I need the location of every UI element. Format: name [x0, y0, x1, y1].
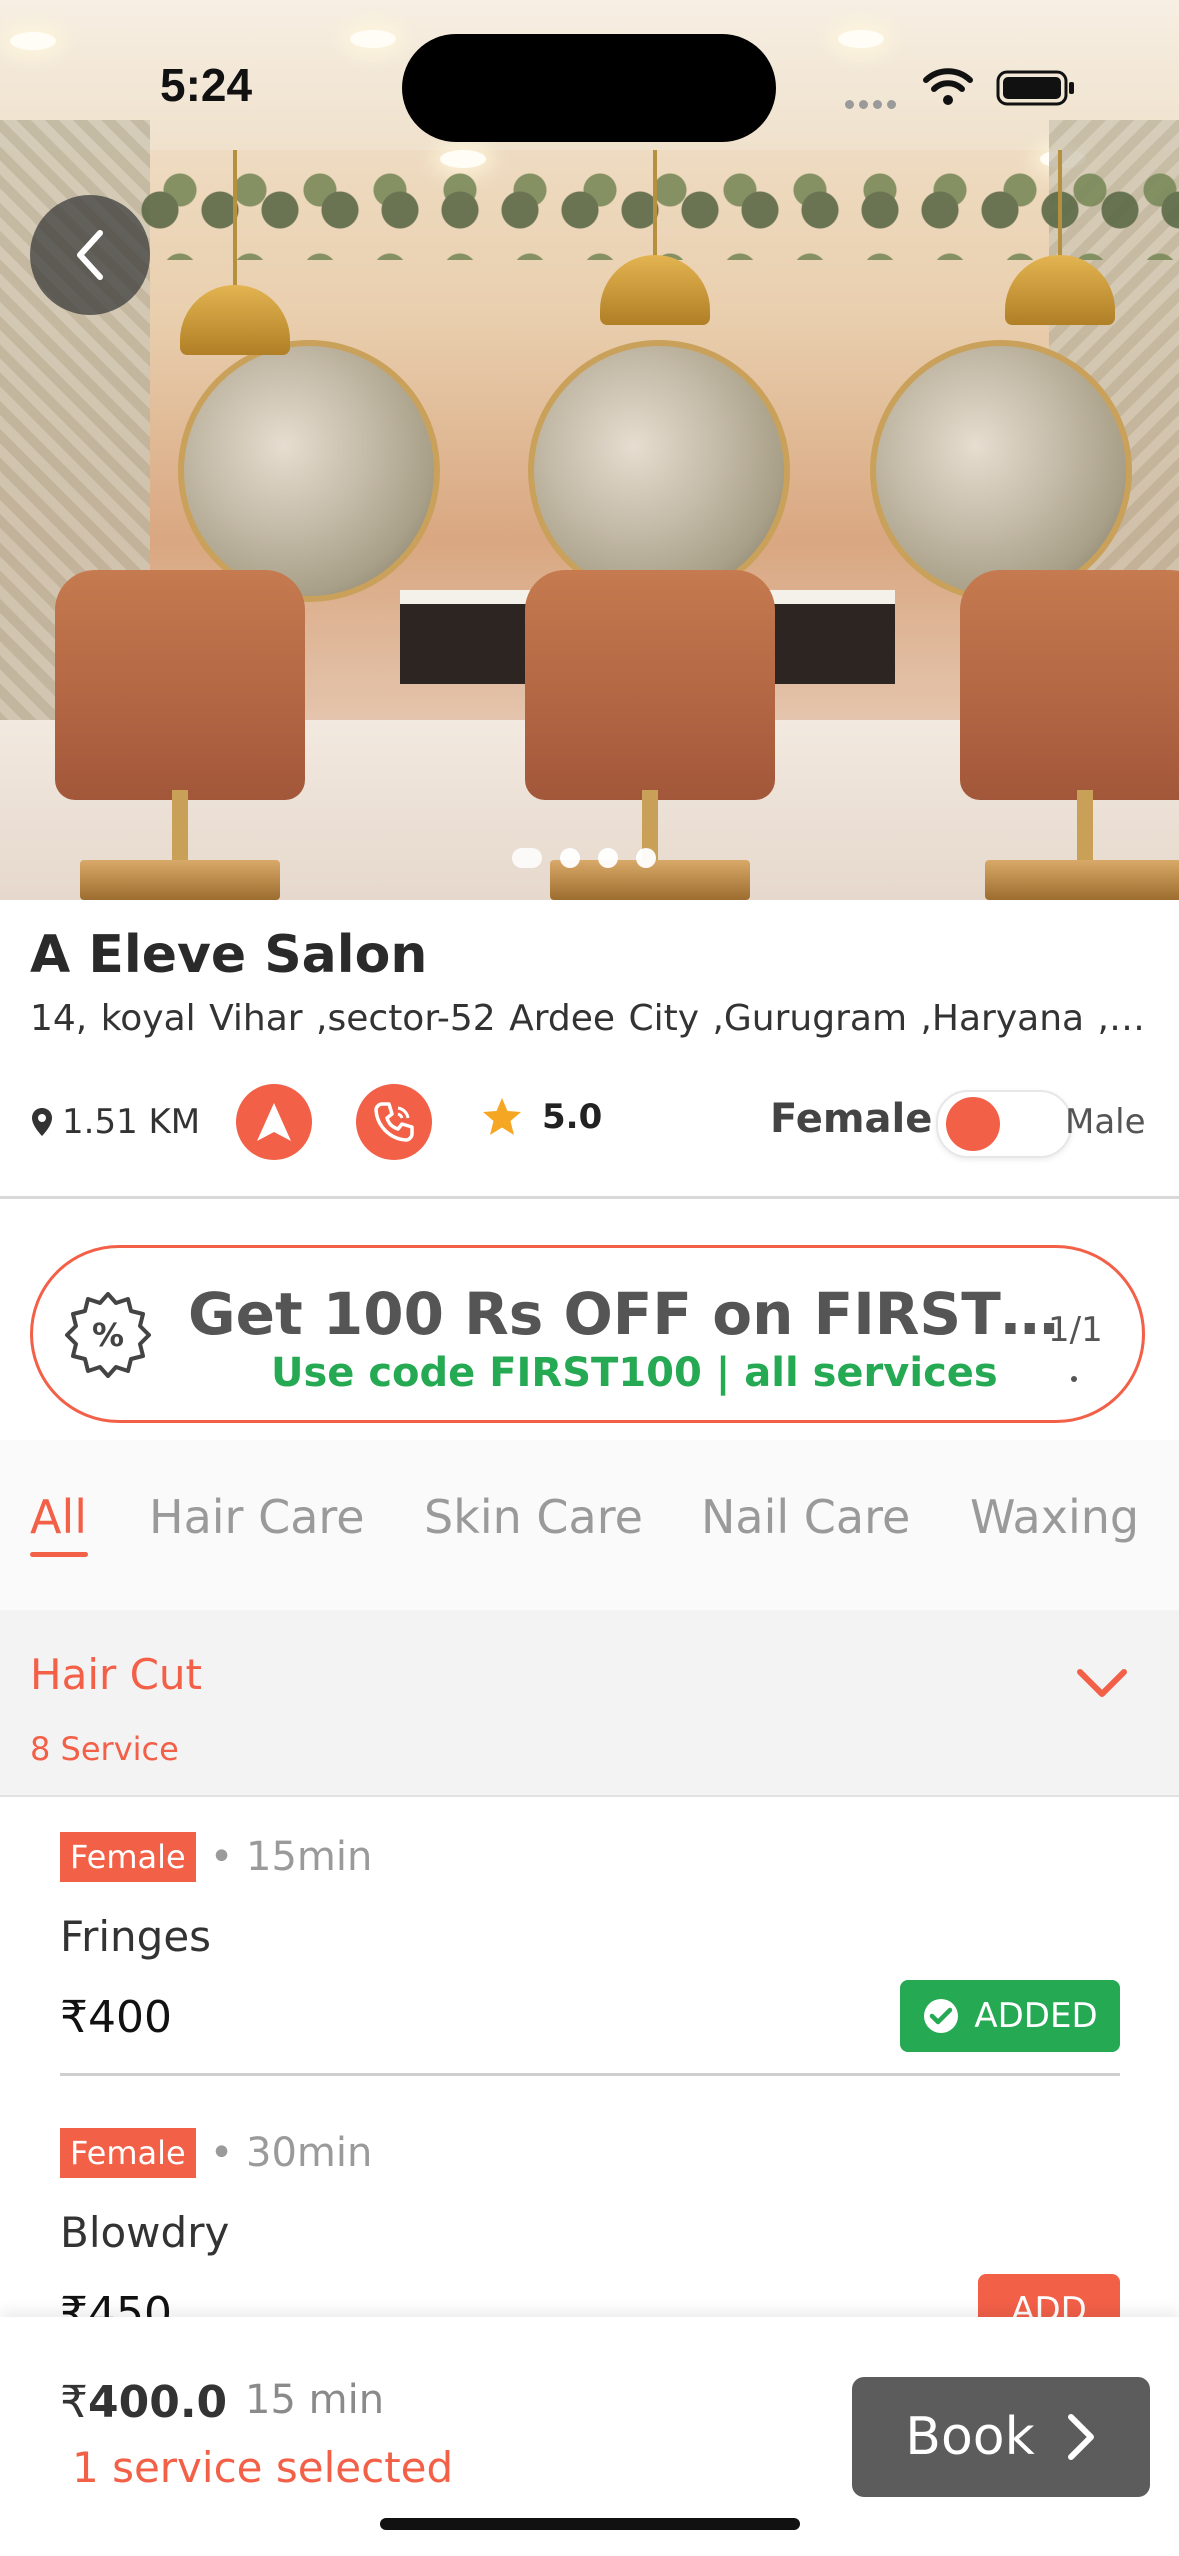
ceiling-light	[350, 30, 396, 48]
gender-female-label: Female	[770, 1096, 933, 1142]
page-dot[interactable]	[636, 848, 656, 868]
category-title: Hair Cut	[30, 1650, 203, 1699]
distance-text: 1.51 KM	[62, 1102, 201, 1142]
call-button[interactable]	[356, 1084, 432, 1160]
offer-counter: 1/1	[1048, 1310, 1103, 1350]
offer-code: Use code FIRST100 | all services	[271, 1350, 998, 1396]
distance: 1.51 KM	[30, 1102, 200, 1142]
chevron-down-icon	[1077, 1669, 1127, 1697]
salon-chair	[960, 570, 1179, 800]
service-price: ₹400	[60, 1992, 172, 2043]
currency-symbol: ₹	[60, 2377, 88, 2428]
total-price: ₹400.0	[60, 2377, 227, 2428]
offer-title: Get 100 Rs OFF on FIRST BOOKING	[188, 1280, 1073, 1348]
gender-badge: Female	[60, 1832, 196, 1882]
gender-badge: Female	[60, 2128, 196, 2178]
service-name: Fringes	[60, 1912, 212, 1961]
back-button[interactable]	[30, 195, 150, 315]
pendant-lamp	[180, 285, 290, 355]
selected-services-count: 1 service selected	[72, 2443, 454, 2492]
mirror	[178, 340, 440, 602]
cabinet	[400, 590, 530, 684]
page-dot[interactable]	[512, 848, 542, 868]
mirror	[528, 340, 790, 602]
pendant-lamp	[600, 255, 710, 325]
cellular-signal-icon	[845, 94, 905, 109]
ceiling-light	[440, 150, 486, 168]
salon-address: 14, koyal Vihar ,sector-52 Ardee City ,G…	[30, 998, 1150, 1039]
salon-info-row: 1.51 KM 5.0 Female Male	[30, 1082, 1150, 1162]
navigation-arrow-icon	[257, 1103, 291, 1141]
offer-page-dot	[1071, 1376, 1077, 1382]
ceiling-light	[838, 30, 884, 48]
category-count: 8 Service	[30, 1730, 179, 1768]
lamp-cord	[1058, 150, 1062, 260]
discount-badge-icon: %	[65, 1292, 151, 1378]
page-dot[interactable]	[560, 848, 580, 868]
chevron-right-icon	[1067, 2414, 1094, 2460]
divider	[0, 1795, 1179, 1797]
mirror	[870, 340, 1132, 602]
salon-chair	[55, 570, 305, 800]
service-name: Blowdry	[60, 2208, 230, 2257]
location-pin-icon	[32, 1108, 52, 1136]
book-label: Book	[905, 2407, 1035, 2467]
service-duration: • 15min	[209, 1834, 373, 1880]
gender-toggle[interactable]	[936, 1090, 1072, 1158]
divider	[0, 1196, 1179, 1199]
offer-banner[interactable]: % Get 100 Rs OFF on FIRST BOOKING Use co…	[30, 1245, 1145, 1423]
salon-name: A Eleve Salon	[30, 925, 428, 985]
tab-nail-care[interactable]: Nail Care	[701, 1490, 910, 1544]
service-item: Female • 15min Fringes ₹400 ADDED	[60, 1832, 1120, 2062]
battery-icon	[996, 70, 1074, 106]
dynamic-island	[402, 34, 776, 142]
directions-button[interactable]	[236, 1084, 312, 1160]
book-button[interactable]: Book	[852, 2377, 1150, 2497]
chair-base	[80, 860, 280, 900]
gender-male-label: Male	[1065, 1102, 1146, 1142]
added-button[interactable]: ADDED	[900, 1980, 1120, 2052]
svg-text:%: %	[92, 1316, 124, 1354]
home-indicator	[380, 2518, 800, 2530]
phone-icon	[374, 1102, 414, 1142]
chair-base	[985, 860, 1179, 900]
carousel-page-indicator	[512, 848, 656, 868]
cabinet	[765, 590, 895, 684]
tab-all[interactable]: All	[30, 1490, 87, 1544]
divider	[60, 2073, 1120, 2076]
ceiling-light	[10, 32, 56, 50]
rating-value: 5.0	[542, 1097, 603, 1137]
added-label: ADDED	[974, 1996, 1098, 2036]
lamp-cord	[653, 150, 657, 260]
tab-hair-care[interactable]: Hair Care	[149, 1490, 365, 1544]
service-duration: • 30min	[209, 2130, 373, 2176]
toggle-knob	[946, 1097, 1000, 1151]
total-duration: 15 min	[245, 2377, 385, 2423]
chevron-left-icon	[77, 230, 103, 280]
check-circle-icon	[924, 1999, 959, 2033]
star-icon	[483, 1098, 521, 1135]
lamp-cord	[233, 150, 237, 290]
hanging-plants	[140, 170, 1179, 260]
category-header-hair-cut[interactable]: Hair Cut 8 Service	[0, 1610, 1179, 1795]
wifi-icon	[923, 68, 973, 105]
rating: 5.0	[480, 1096, 602, 1138]
tab-skin-care[interactable]: Skin Care	[424, 1490, 643, 1544]
total-amount: 400.0	[88, 2377, 228, 2428]
tab-waxing[interactable]: Waxing	[970, 1490, 1139, 1544]
page-dot[interactable]	[598, 848, 618, 868]
tab-active-indicator	[30, 1552, 88, 1557]
salon-chair	[525, 570, 775, 800]
status-time: 5:24	[160, 59, 253, 111]
